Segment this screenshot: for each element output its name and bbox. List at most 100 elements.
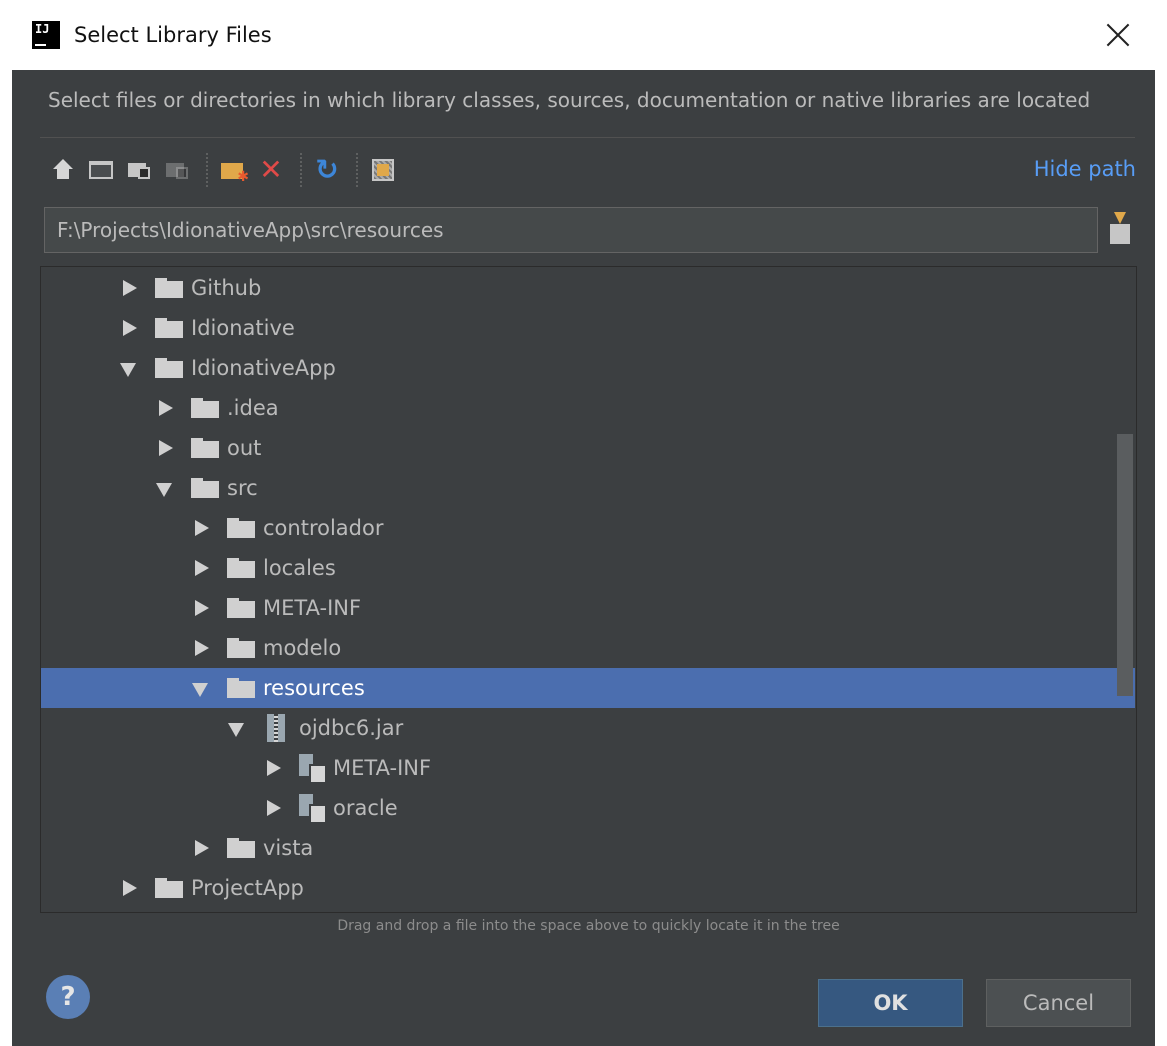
collapsed-arrow-icon[interactable] [119, 877, 141, 899]
tree-row[interactable]: controlador [41, 508, 1135, 548]
expanded-arrow-icon[interactable] [191, 677, 213, 699]
collapsed-arrow-icon[interactable] [263, 797, 285, 819]
tree-row-label: IdionativeApp [191, 356, 336, 380]
refresh-icon: ↻ [315, 153, 339, 186]
tree-row[interactable]: resources [41, 668, 1135, 708]
folder-icon [155, 878, 183, 898]
tree-row[interactable]: Github [41, 268, 1135, 308]
tree-row[interactable]: ProjectApp [41, 868, 1135, 908]
tree-row-label: vista [263, 836, 314, 860]
folder-icon [227, 638, 255, 658]
tree-row[interactable]: oracle [41, 788, 1135, 828]
folder-icon [227, 558, 255, 578]
expanded-arrow-icon[interactable] [227, 717, 249, 739]
module-button[interactable] [160, 153, 194, 187]
toolbar-separator [300, 153, 302, 187]
tree-row-label: META-INF [333, 756, 432, 780]
intellij-logo-icon: IJ [32, 21, 60, 49]
collapsed-arrow-icon[interactable] [263, 757, 285, 779]
tree-row[interactable]: modelo [41, 628, 1135, 668]
desktop-icon [89, 161, 113, 179]
select-library-files-dialog: IJ Select Library Files Select files or … [0, 0, 1167, 1046]
expanded-arrow-icon[interactable] [155, 477, 177, 499]
collapsed-arrow-icon[interactable] [119, 277, 141, 299]
new-folder-icon [221, 160, 249, 184]
folder-icon [227, 838, 255, 858]
show-hidden-icon [372, 159, 394, 181]
tree-row[interactable]: IdionativeApp [41, 348, 1135, 388]
package-icon [299, 754, 327, 784]
toolbar-separator [206, 153, 208, 187]
home-icon [52, 159, 74, 181]
collapsed-arrow-icon[interactable] [191, 837, 213, 859]
collapsed-arrow-icon[interactable] [119, 317, 141, 339]
tree-row-label: META-INF [263, 596, 362, 620]
collapsed-arrow-icon[interactable] [191, 517, 213, 539]
collapsed-arrow-icon[interactable] [191, 557, 213, 579]
folder-icon [191, 478, 219, 498]
cancel-button[interactable]: Cancel [986, 979, 1131, 1027]
tree-row-label: src [227, 476, 258, 500]
tree-row[interactable]: ojdbc6.jar [41, 708, 1135, 748]
desktop-button[interactable] [84, 153, 118, 187]
folder-icon [155, 278, 183, 298]
tree-row[interactable]: locales [41, 548, 1135, 588]
help-icon: ? [60, 982, 76, 1012]
tree-row-label: .idea [227, 396, 279, 420]
new-folder-button[interactable] [216, 153, 250, 187]
tree-row-label: locales [263, 556, 336, 580]
collapsed-arrow-icon[interactable] [155, 397, 177, 419]
collapsed-arrow-icon[interactable] [191, 597, 213, 619]
help-button[interactable]: ? [46, 975, 90, 1019]
tree-row[interactable]: META-INF [41, 748, 1135, 788]
tree-row-label: resources [263, 676, 365, 700]
project-button[interactable] [122, 153, 156, 187]
tree-row-label: ojdbc6.jar [299, 716, 404, 740]
package-icon [299, 794, 327, 824]
tree-row[interactable]: META-INF [41, 588, 1135, 628]
path-history-icon[interactable] [1108, 212, 1132, 246]
expanded-arrow-icon[interactable] [119, 357, 141, 379]
project-icon [128, 161, 150, 179]
close-icon[interactable] [1101, 18, 1135, 52]
tree-row-label: modelo [263, 636, 342, 660]
collapsed-arrow-icon[interactable] [155, 437, 177, 459]
folder-icon [155, 358, 183, 378]
folder-icon [155, 318, 183, 338]
hide-path-link[interactable]: Hide path [1034, 157, 1136, 181]
folder-icon [227, 678, 255, 698]
drag-drop-hint: Drag and drop a file into the space abov… [337, 918, 840, 934]
home-button[interactable] [46, 153, 80, 187]
tree-row[interactable]: Idionative [41, 308, 1135, 348]
dialog-description: Select files or directories in which lib… [48, 88, 1091, 112]
collapsed-arrow-icon[interactable] [191, 637, 213, 659]
tree-row-label: out [227, 436, 262, 460]
folder-icon [191, 398, 219, 418]
refresh-button[interactable]: ↻ [310, 153, 344, 187]
title-bar: IJ Select Library Files [12, 0, 1155, 70]
folder-icon [191, 438, 219, 458]
separator [40, 137, 1135, 138]
tree-row[interactable]: .idea [41, 388, 1135, 428]
module-icon [166, 161, 188, 179]
delete-icon: ✕ [259, 153, 283, 186]
dialog-title: Select Library Files [74, 23, 272, 47]
ok-button[interactable]: OK [818, 979, 963, 1027]
folder-icon [227, 598, 255, 618]
tree-row[interactable]: src [41, 468, 1135, 508]
tree-row-label: ProjectApp [191, 876, 304, 900]
tree-row[interactable]: out [41, 428, 1135, 468]
delete-button[interactable]: ✕ [254, 153, 288, 187]
jar-file-icon [267, 714, 285, 742]
tree-scrollbar[interactable] [1117, 434, 1133, 696]
tree-row[interactable]: vista [41, 828, 1135, 868]
folder-icon [227, 518, 255, 538]
toolbar: ✕ ↻ [46, 150, 404, 190]
tree-row-label: controlador [263, 516, 384, 540]
path-input[interactable] [44, 207, 1098, 253]
tree-row-label: oracle [333, 796, 398, 820]
tree-row-label: Github [191, 276, 262, 300]
file-tree[interactable]: Github Idionative IdionativeApp .idea out src… [40, 266, 1137, 913]
show-hidden-button[interactable] [366, 153, 400, 187]
tree-row-label: Idionative [191, 316, 295, 340]
